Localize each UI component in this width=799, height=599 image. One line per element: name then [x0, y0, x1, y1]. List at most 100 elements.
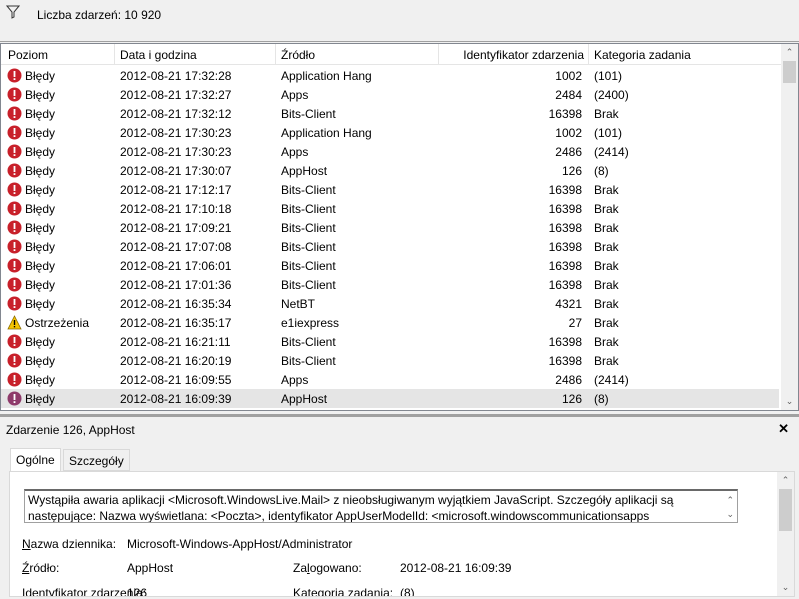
source: Apps — [281, 88, 309, 102]
date-time: 2012-08-21 16:09:55 — [120, 373, 232, 387]
level: Błędy — [25, 183, 56, 197]
event-id: 16398 — [548, 240, 582, 254]
column-header-task-category[interactable]: Kategoria zadania — [594, 48, 691, 62]
pane-scroll-up-icon[interactable]: ⌃ — [777, 472, 794, 489]
general-pane: Wystąpiła awaria aplikacji <Microsoft.Wi… — [9, 471, 795, 597]
level: Błędy — [25, 202, 56, 216]
table-row[interactable]: Błędy 2012-08-21 17:30:23 Application Hang… — [1, 123, 779, 142]
task-category: Brak — [594, 259, 619, 273]
table-row[interactable]: Błędy 2012-08-21 17:30:07 AppHost 126 (8) — [1, 161, 779, 180]
table-scrollbar[interactable]: ⌃ ⌄ — [781, 44, 798, 410]
level: Błędy — [25, 164, 56, 178]
source: Bits-Client — [281, 107, 336, 121]
error-icon — [7, 372, 22, 387]
event-id-value: 126 — [127, 586, 148, 597]
task-category: Brak — [594, 107, 619, 121]
event-id: 16398 — [548, 278, 582, 292]
source: Bits-Client — [281, 335, 336, 349]
log-name-label: Nazwa dziennika: — [22, 537, 117, 551]
pane-scrollbar-thumb[interactable] — [779, 489, 792, 531]
funnel-icon[interactable] — [6, 5, 20, 19]
scroll-down-icon[interactable]: ⌄ — [781, 393, 798, 410]
source: Apps — [281, 373, 309, 387]
scrollbar-thumb[interactable] — [783, 61, 796, 83]
tab-general[interactable]: Ogólne — [10, 448, 61, 472]
event-id: 2486 — [555, 145, 582, 159]
table-row[interactable]: Błędy 2012-08-21 16:35:34 NetBT 4321 Brak — [1, 294, 779, 313]
task-category: (8) — [594, 164, 609, 178]
task-category: Brak — [594, 335, 619, 349]
task-category: Brak — [594, 221, 619, 235]
date-time: 2012-08-21 17:30:07 — [120, 164, 232, 178]
table-row[interactable]: Błędy 2012-08-21 17:12:17 Bits-Client 16398… — [1, 180, 779, 199]
error-icon — [7, 106, 22, 121]
table-row[interactable]: Błędy 2012-08-21 16:20:19 Bits-Client 16398… — [1, 351, 779, 370]
date-time: 2012-08-21 17:30:23 — [120, 126, 232, 140]
date-time: 2012-08-21 17:32:28 — [120, 69, 232, 83]
pane-scrollbar[interactable]: ⌃ ⌄ — [777, 472, 794, 596]
table-row[interactable]: Błędy 2012-08-21 16:09:39 AppHost 126 (8) — [1, 389, 779, 408]
source: AppHost — [281, 164, 328, 178]
table-row[interactable]: Błędy 2012-08-21 17:07:08 Bits-Client 16398… — [1, 237, 779, 256]
scroll-up-icon[interactable]: ⌃ — [781, 44, 798, 61]
date-time: 2012-08-21 16:35:17 — [120, 316, 232, 330]
task-category: (2414) — [594, 373, 629, 387]
message-scroll-down-icon[interactable]: ⌄ — [726, 506, 734, 522]
table-row[interactable]: Błędy 2012-08-21 17:10:18 Bits-Client 16398… — [1, 199, 779, 218]
date-time: 2012-08-21 17:30:23 — [120, 145, 232, 159]
date-time: 2012-08-21 17:12:17 — [120, 183, 232, 197]
date-time: 2012-08-21 17:09:21 — [120, 221, 232, 235]
event-message[interactable]: Wystąpiła awaria aplikacji <Microsoft.Wi… — [24, 489, 738, 523]
table-row[interactable]: Błędy 2012-08-21 17:32:28 Application Hang… — [1, 66, 779, 85]
column-header-source[interactable]: Źródło — [281, 48, 315, 62]
table-row[interactable]: Błędy 2012-08-21 17:09:21 Bits-Client 16398… — [1, 218, 779, 237]
level: Błędy — [25, 354, 56, 368]
event-id: 1002 — [555, 126, 582, 140]
task-category: (2400) — [594, 88, 629, 102]
source: Bits-Client — [281, 354, 336, 368]
logged-label: Zalogowano: — [293, 561, 362, 575]
source-value: AppHost — [127, 561, 174, 575]
date-time: 2012-08-21 17:32:27 — [120, 88, 232, 102]
error-icon — [7, 125, 22, 140]
level: Błędy — [25, 107, 56, 121]
date-time: 2012-08-21 16:35:34 — [120, 297, 232, 311]
task-category: Brak — [594, 297, 619, 311]
tab-details[interactable]: Szczegóły — [63, 449, 130, 471]
events-table: Poziom Data i godzina Źródło Identyfikat… — [0, 43, 799, 411]
table-row[interactable]: Błędy 2012-08-21 17:30:23 Apps 2486 (2414) — [1, 142, 779, 161]
column-header-event-id[interactable]: Identyfikator zdarzenia — [463, 48, 584, 62]
source: AppHost — [281, 392, 328, 406]
close-icon[interactable]: ✕ — [778, 421, 789, 437]
pane-scroll-down-icon[interactable]: ⌄ — [777, 579, 794, 596]
source: Application Hang — [281, 69, 372, 83]
error-icon — [7, 258, 22, 273]
task-category: Brak — [594, 354, 619, 368]
level: Błędy — [25, 392, 56, 406]
source: Bits-Client — [281, 221, 336, 235]
logged-value: 2012-08-21 16:09:39 — [400, 561, 512, 575]
level: Błędy — [25, 126, 56, 140]
column-header-level[interactable]: Poziom — [8, 48, 48, 62]
table-row[interactable]: Błędy 2012-08-21 17:32:12 Bits-Client 16398… — [1, 104, 779, 123]
level: Błędy — [25, 240, 56, 254]
table-row[interactable]: Błędy 2012-08-21 16:09:55 Apps 2486 (2414) — [1, 370, 779, 389]
column-header-date[interactable]: Data i godzina — [120, 48, 197, 62]
table-row[interactable]: Błędy 2012-08-21 17:01:36 Bits-Client 16398… — [1, 275, 779, 294]
error-icon — [7, 353, 22, 368]
task-category: Brak — [594, 316, 619, 330]
table-row[interactable]: Błędy 2012-08-21 17:06:01 Bits-Client 16398… — [1, 256, 779, 275]
level: Błędy — [25, 373, 56, 387]
table-row[interactable]: Ostrzeżenia 2012-08-21 16:35:17 e1iexpress… — [1, 313, 779, 332]
error-icon — [7, 163, 22, 178]
date-time: 2012-08-21 16:09:39 — [120, 392, 232, 406]
warning-icon — [7, 315, 22, 330]
table-row[interactable]: Błędy 2012-08-21 17:32:27 Apps 2484 (2400) — [1, 85, 779, 104]
table-row[interactable]: Błędy 2012-08-21 16:21:11 Bits-Client 16398… — [1, 332, 779, 351]
event-id: 16398 — [548, 107, 582, 121]
error-icon — [7, 391, 22, 406]
task-category: Brak — [594, 278, 619, 292]
error-icon — [7, 334, 22, 349]
level: Błędy — [25, 145, 56, 159]
table-body: Błędy 2012-08-21 17:32:28 Application Hang… — [1, 66, 781, 408]
